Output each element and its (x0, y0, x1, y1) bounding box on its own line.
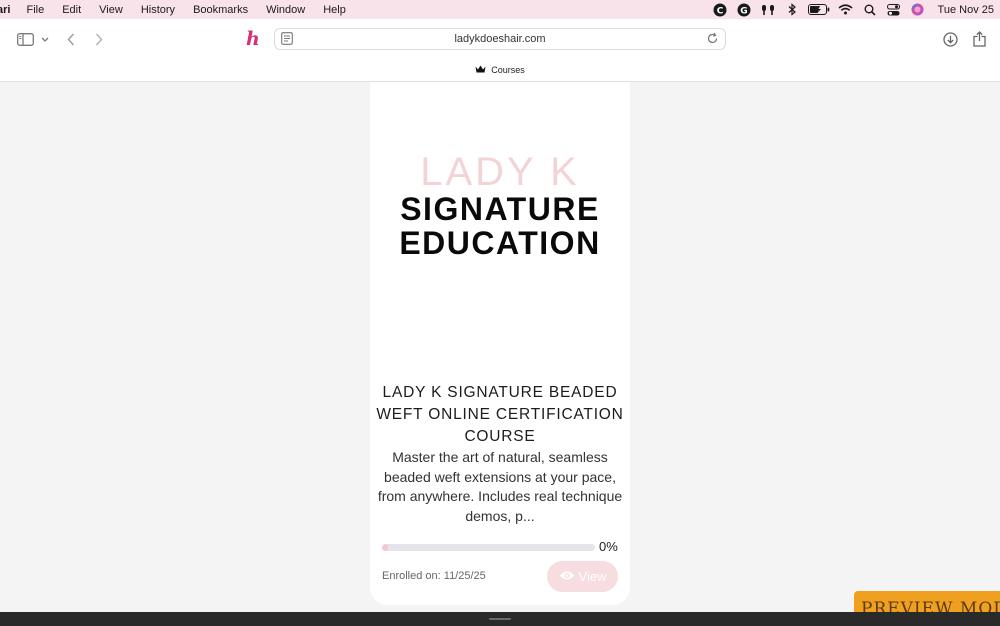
menu-status-area: C G Tue Nov 25 (708, 0, 994, 19)
menu-clock[interactable]: Tue Nov 25 (938, 4, 994, 16)
url-text[interactable]: ladykdoeshair.com (454, 33, 545, 45)
hero-brand-text: LADY K (420, 150, 580, 194)
share-icon[interactable] (970, 19, 988, 59)
svg-text:G: G (740, 6, 747, 16)
bluetooth-icon[interactable] (780, 0, 804, 19)
tab-bar: Courses (0, 59, 1000, 82)
tab-courses[interactable]: Courses (475, 65, 525, 75)
menu-left: ari File Edit View History Bookmarks Win… (0, 0, 364, 19)
menu-history[interactable]: History (141, 4, 175, 16)
address-bar[interactable]: ladykdoeshair.com (274, 28, 726, 50)
menu-help[interactable]: Help (323, 4, 346, 16)
menu-app-name[interactable]: ari (0, 4, 10, 16)
eye-icon (559, 569, 575, 584)
view-course-button[interactable]: View (547, 561, 618, 592)
back-chevron-icon[interactable] (63, 19, 79, 59)
enrolled-date: Enrolled on: 11/25/25 (382, 570, 486, 582)
downloads-icon[interactable] (941, 19, 959, 59)
progress-bar (382, 544, 595, 551)
battery-icon[interactable] (804, 0, 834, 19)
browser-toolbar: h ladykdoeshair.com (0, 19, 1000, 59)
tab-group-chevron-down-icon[interactable] (39, 19, 51, 59)
control-center-icon[interactable] (882, 0, 906, 19)
course-description: Master the art of natural, seamless bead… (377, 449, 623, 524)
svg-text:C: C (716, 6, 723, 16)
hero-title-line2: EDUCATION (399, 225, 601, 261)
spotlight-search-icon[interactable] (858, 0, 882, 19)
reload-icon[interactable] (706, 32, 719, 50)
tab-title: Courses (491, 65, 525, 75)
resize-handle[interactable] (489, 618, 511, 620)
menu-view[interactable]: View (99, 4, 123, 16)
progress-bar-fill (382, 544, 389, 551)
menu-window[interactable]: Window (266, 4, 305, 16)
forward-chevron-icon[interactable] (91, 19, 107, 59)
course-title[interactable]: LADY K SIGNATURE BEADED WEFT ONLINE CERT… (370, 382, 630, 448)
menu-edit[interactable]: Edit (62, 4, 81, 16)
page-content: LADY K SIGNATURE EDUCATION LADY K SIGNAT… (0, 82, 1000, 612)
extension-h-logo-icon[interactable]: h (246, 27, 260, 51)
grammarly-status-icon[interactable]: G (732, 0, 756, 19)
wifi-icon[interactable] (834, 0, 858, 19)
crown-favicon-icon (475, 65, 486, 75)
menu-bookmarks[interactable]: Bookmarks (193, 4, 248, 16)
hero-title-line1: SIGNATURE (400, 191, 600, 227)
sidebar-toggle-icon[interactable] (14, 19, 36, 59)
progress-percent-label: 0% (599, 539, 618, 554)
siri-icon[interactable] (906, 0, 930, 19)
view-button-label: View (578, 569, 607, 584)
airpods-icon[interactable] (756, 0, 780, 19)
menu-bar: ari File Edit View History Bookmarks Win… (0, 0, 1000, 19)
menu-file[interactable]: File (26, 4, 44, 16)
bottom-bar (0, 612, 1000, 626)
hero-title: SIGNATURE EDUCATION (370, 192, 630, 260)
copilot-status-icon[interactable]: C (708, 0, 732, 19)
reader-page-icon[interactable] (281, 32, 293, 50)
course-card[interactable]: LADY K SIGNATURE EDUCATION LADY K SIGNAT… (370, 82, 630, 605)
